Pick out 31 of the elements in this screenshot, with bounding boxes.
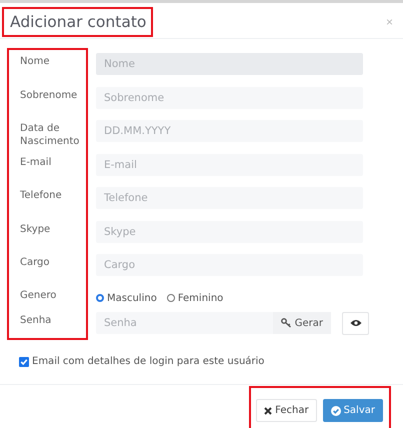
- field-label: E-mail: [19, 156, 52, 168]
- dialog-title: Adicionar contato: [10, 13, 146, 31]
- checkbox-option[interactable]: Email com detalhes de login para este usuário: [0, 345, 403, 367]
- text-field[interactable]: E-mail: [96, 154, 363, 176]
- field-label: Genero: [19, 288, 58, 302]
- generate-button[interactable]: Gerar: [272, 312, 331, 334]
- radio-option[interactable]: Feminino: [166, 292, 224, 304]
- password-field[interactable]: Senha Gerar: [96, 312, 331, 334]
- key-icon: [280, 318, 292, 328]
- checkbox[interactable]: [19, 356, 29, 366]
- eye-icon: [350, 319, 362, 327]
- radio-label: Feminino: [178, 292, 224, 304]
- text-field[interactable]: Cargo: [96, 254, 363, 276]
- field-label: Skype: [19, 222, 52, 236]
- check-circle-icon: [330, 406, 341, 416]
- field-label: Cargo: [19, 256, 51, 269]
- text-field[interactable]: Telefone: [96, 187, 363, 209]
- field-label: Nome: [19, 55, 50, 68]
- text-field[interactable]: DD.MM.YYYY: [96, 120, 363, 142]
- text-field[interactable]: Skype: [96, 220, 363, 242]
- text-field[interactable]: Sobrenome: [96, 86, 363, 108]
- field-label: Data de Nascimento: [19, 122, 80, 148]
- field-label: Telefone: [19, 189, 63, 202]
- radio-option[interactable]: Masculino: [96, 292, 157, 304]
- show-password-button[interactable]: [342, 312, 369, 334]
- field-label: Senha: [19, 314, 52, 326]
- close-icon: [264, 406, 272, 414]
- radio-label: Masculino: [107, 292, 157, 304]
- field-label: Sobrenome: [19, 88, 78, 102]
- close-dialog-button[interactable]: Fechar: [256, 399, 317, 422]
- checkbox-label: Email com detalhes de login para este usuário: [32, 356, 264, 367]
